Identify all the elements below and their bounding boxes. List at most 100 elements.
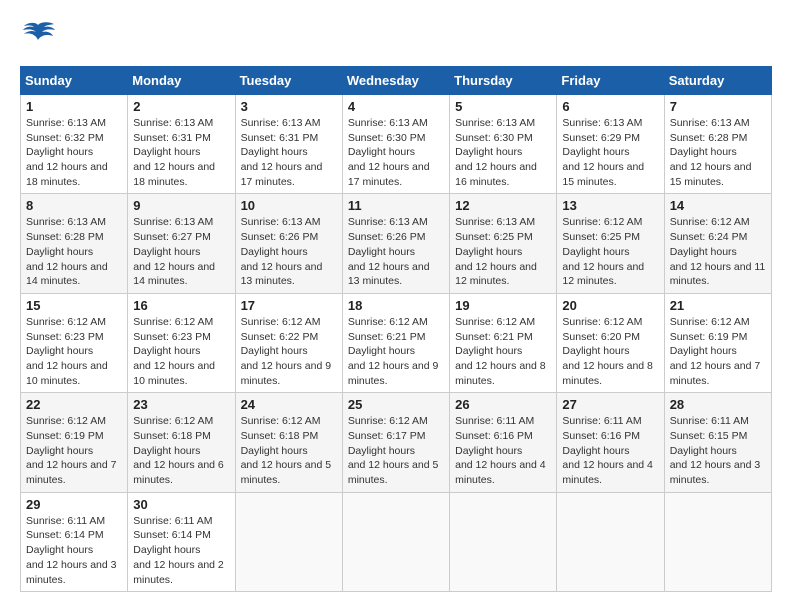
calendar-cell: 20Sunrise: 6:12 AMSunset: 6:20 PMDayligh… (557, 293, 664, 392)
day-number: 10 (241, 198, 337, 213)
calendar-cell: 3 Sunrise: 6:13 AMSunset: 6:31 PMDaylight… (235, 95, 342, 194)
calendar-cell: 29 Sunrise: 6:11 AMSunset: 6:14 PMDayligh… (21, 492, 128, 591)
day-detail: Sunrise: 6:12 AMSunset: 6:19 PMDaylight … (670, 315, 766, 388)
day-number: 19 (455, 298, 551, 313)
day-number: 5 (455, 99, 551, 114)
day-number: 2 (133, 99, 229, 114)
logo-icon (20, 20, 56, 50)
calendar-cell (557, 492, 664, 591)
day-number: 11 (348, 198, 444, 213)
week-row-2: 8 Sunrise: 6:13 AMSunset: 6:28 PMDaylight… (21, 194, 772, 293)
column-header-thursday: Thursday (450, 67, 557, 95)
day-number: 8 (26, 198, 122, 213)
day-number: 3 (241, 99, 337, 114)
calendar-cell: 25Sunrise: 6:12 AMSunset: 6:17 PMDayligh… (342, 393, 449, 492)
day-detail: Sunrise: 6:12 AMSunset: 6:21 PMDaylight … (455, 315, 551, 388)
day-detail: Sunrise: 6:12 AMSunset: 6:25 PMDaylight … (562, 215, 658, 288)
day-number: 18 (348, 298, 444, 313)
day-detail: Sunrise: 6:12 AMSunset: 6:21 PMDaylight … (348, 315, 444, 388)
day-detail: Sunrise: 6:13 AMSunset: 6:30 PMDaylight … (348, 116, 444, 189)
calendar-cell: 15 Sunrise: 6:12 AMSunset: 6:23 PMDayligh… (21, 293, 128, 392)
day-number: 21 (670, 298, 766, 313)
day-detail: Sunrise: 6:13 AMSunset: 6:28 PMDaylight … (26, 215, 122, 288)
calendar-cell: 13 Sunrise: 6:12 AMSunset: 6:25 PMDayligh… (557, 194, 664, 293)
calendar-table: SundayMondayTuesdayWednesdayThursdayFrid… (20, 66, 772, 592)
day-detail: Sunrise: 6:12 AMSunset: 6:18 PMDaylight … (133, 414, 229, 487)
day-number: 22 (26, 397, 122, 412)
calendar-cell (450, 492, 557, 591)
column-header-tuesday: Tuesday (235, 67, 342, 95)
calendar-cell: 1 Sunrise: 6:13 AMSunset: 6:32 PMDaylight… (21, 95, 128, 194)
calendar-cell (235, 492, 342, 591)
day-number: 15 (26, 298, 122, 313)
column-header-monday: Monday (128, 67, 235, 95)
day-detail: Sunrise: 6:11 AMSunset: 6:14 PMDaylight … (26, 514, 122, 587)
calendar-cell: 16Sunrise: 6:12 AMSunset: 6:23 PMDayligh… (128, 293, 235, 392)
day-detail: Sunrise: 6:11 AMSunset: 6:14 PMDaylight … (133, 514, 229, 587)
page-header (20, 20, 772, 50)
calendar-cell: 23 Sunrise: 6:12 AMSunset: 6:18 PMDayligh… (128, 393, 235, 492)
day-detail: Sunrise: 6:12 AMSunset: 6:19 PMDaylight … (26, 414, 122, 487)
week-row-5: 29 Sunrise: 6:11 AMSunset: 6:14 PMDayligh… (21, 492, 772, 591)
calendar-cell: 18 Sunrise: 6:12 AMSunset: 6:21 PMDayligh… (342, 293, 449, 392)
calendar-cell: 12Sunrise: 6:13 AMSunset: 6:25 PMDayligh… (450, 194, 557, 293)
day-number: 4 (348, 99, 444, 114)
day-detail: Sunrise: 6:13 AMSunset: 6:32 PMDaylight … (26, 116, 122, 189)
column-header-sunday: Sunday (21, 67, 128, 95)
day-number: 24 (241, 397, 337, 412)
day-detail: Sunrise: 6:13 AMSunset: 6:26 PMDaylight … (241, 215, 337, 288)
day-number: 30 (133, 497, 229, 512)
calendar-cell: 22 Sunrise: 6:12 AMSunset: 6:19 PMDayligh… (21, 393, 128, 492)
day-detail: Sunrise: 6:12 AMSunset: 6:24 PMDaylight … (670, 215, 766, 288)
day-number: 14 (670, 198, 766, 213)
calendar-cell: 26 Sunrise: 6:11 AMSunset: 6:16 PMDayligh… (450, 393, 557, 492)
calendar-cell: 5 Sunrise: 6:13 AMSunset: 6:30 PMDaylight… (450, 95, 557, 194)
day-detail: Sunrise: 6:13 AMSunset: 6:25 PMDaylight … (455, 215, 551, 288)
day-number: 17 (241, 298, 337, 313)
calendar-cell: 30 Sunrise: 6:11 AMSunset: 6:14 PMDayligh… (128, 492, 235, 591)
calendar-cell: 24 Sunrise: 6:12 AMSunset: 6:18 PMDayligh… (235, 393, 342, 492)
day-number: 26 (455, 397, 551, 412)
column-header-wednesday: Wednesday (342, 67, 449, 95)
calendar-header-row: SundayMondayTuesdayWednesdayThursdayFrid… (21, 67, 772, 95)
day-detail: Sunrise: 6:12 AMSunset: 6:23 PMDaylight … (133, 315, 229, 388)
day-detail: Sunrise: 6:13 AMSunset: 6:29 PMDaylight … (562, 116, 658, 189)
day-number: 27 (562, 397, 658, 412)
day-number: 6 (562, 99, 658, 114)
column-header-friday: Friday (557, 67, 664, 95)
day-detail: Sunrise: 6:12 AMSunset: 6:17 PMDaylight … (348, 414, 444, 487)
calendar-cell: 28 Sunrise: 6:11 AMSunset: 6:15 PMDayligh… (664, 393, 771, 492)
calendar-cell: 6 Sunrise: 6:13 AMSunset: 6:29 PMDaylight… (557, 95, 664, 194)
calendar-cell (342, 492, 449, 591)
calendar-cell: 21 Sunrise: 6:12 AMSunset: 6:19 PMDayligh… (664, 293, 771, 392)
day-number: 28 (670, 397, 766, 412)
day-detail: Sunrise: 6:13 AMSunset: 6:31 PMDaylight … (241, 116, 337, 189)
calendar-cell (664, 492, 771, 591)
day-number: 29 (26, 497, 122, 512)
logo (20, 20, 60, 50)
day-number: 13 (562, 198, 658, 213)
day-detail: Sunrise: 6:13 AMSunset: 6:30 PMDaylight … (455, 116, 551, 189)
calendar-cell: 8 Sunrise: 6:13 AMSunset: 6:28 PMDaylight… (21, 194, 128, 293)
day-detail: Sunrise: 6:11 AMSunset: 6:15 PMDaylight … (670, 414, 766, 487)
week-row-1: 1 Sunrise: 6:13 AMSunset: 6:32 PMDaylight… (21, 95, 772, 194)
day-detail: Sunrise: 6:12 AMSunset: 6:23 PMDaylight … (26, 315, 122, 388)
calendar-cell: 10 Sunrise: 6:13 AMSunset: 6:26 PMDayligh… (235, 194, 342, 293)
week-row-3: 15 Sunrise: 6:12 AMSunset: 6:23 PMDayligh… (21, 293, 772, 392)
day-detail: Sunrise: 6:11 AMSunset: 6:16 PMDaylight … (455, 414, 551, 487)
calendar-cell: 9Sunrise: 6:13 AMSunset: 6:27 PMDaylight… (128, 194, 235, 293)
day-number: 1 (26, 99, 122, 114)
day-detail: Sunrise: 6:12 AMSunset: 6:18 PMDaylight … (241, 414, 337, 487)
calendar-cell: 14 Sunrise: 6:12 AMSunset: 6:24 PMDayligh… (664, 194, 771, 293)
day-detail: Sunrise: 6:13 AMSunset: 6:26 PMDaylight … (348, 215, 444, 288)
column-header-saturday: Saturday (664, 67, 771, 95)
day-detail: Sunrise: 6:11 AMSunset: 6:16 PMDaylight … (562, 414, 658, 487)
calendar-cell: 17Sunrise: 6:12 AMSunset: 6:22 PMDayligh… (235, 293, 342, 392)
calendar-cell: 11 Sunrise: 6:13 AMSunset: 6:26 PMDayligh… (342, 194, 449, 293)
calendar-cell: 7Sunrise: 6:13 AMSunset: 6:28 PMDaylight… (664, 95, 771, 194)
week-row-4: 22 Sunrise: 6:12 AMSunset: 6:19 PMDayligh… (21, 393, 772, 492)
day-detail: Sunrise: 6:13 AMSunset: 6:31 PMDaylight … (133, 116, 229, 189)
day-number: 7 (670, 99, 766, 114)
day-detail: Sunrise: 6:12 AMSunset: 6:20 PMDaylight … (562, 315, 658, 388)
day-number: 23 (133, 397, 229, 412)
